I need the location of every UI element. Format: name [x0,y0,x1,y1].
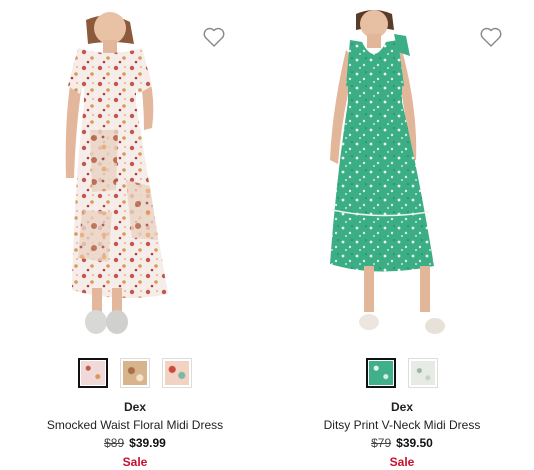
color-swatch[interactable] [162,358,192,388]
heart-outline-icon[interactable] [202,26,226,48]
color-swatches [0,358,270,388]
color-swatch[interactable] [408,358,438,388]
sale-price: $39.99 [129,436,166,450]
product-card[interactable]: Dex Smocked Waist Floral Midi Dress $89 $… [0,0,270,470]
color-swatch[interactable] [366,358,396,388]
original-price: $79 [371,436,392,450]
product-prices: $89 $39.99 [0,436,270,450]
sale-badge: Sale [389,455,415,469]
product-grid: Dex Smocked Waist Floral Midi Dress $89 $… [0,0,534,470]
product-prices: $79 $39.50 [270,436,534,450]
product-brand: Dex [123,400,146,414]
product-card[interactable]: Dex Ditsy Print V-Neck Midi Dress $79 $39… [270,0,534,470]
product-name-link[interactable]: Smocked Waist Floral Midi Dress [0,418,270,432]
product-image[interactable] [0,0,270,345]
model-photo [330,10,445,334]
heart-outline-icon[interactable] [479,26,503,48]
product-brand: Dex [390,400,413,414]
product-image[interactable] [270,0,534,345]
color-swatches [270,358,534,388]
color-swatch[interactable] [78,358,108,388]
color-swatch[interactable] [120,358,150,388]
sale-price: $39.50 [396,436,433,450]
model-photo [65,12,168,334]
product-name-link[interactable]: Ditsy Print V-Neck Midi Dress [270,418,534,432]
original-price: $89 [104,436,125,450]
sale-badge: Sale [122,455,148,469]
